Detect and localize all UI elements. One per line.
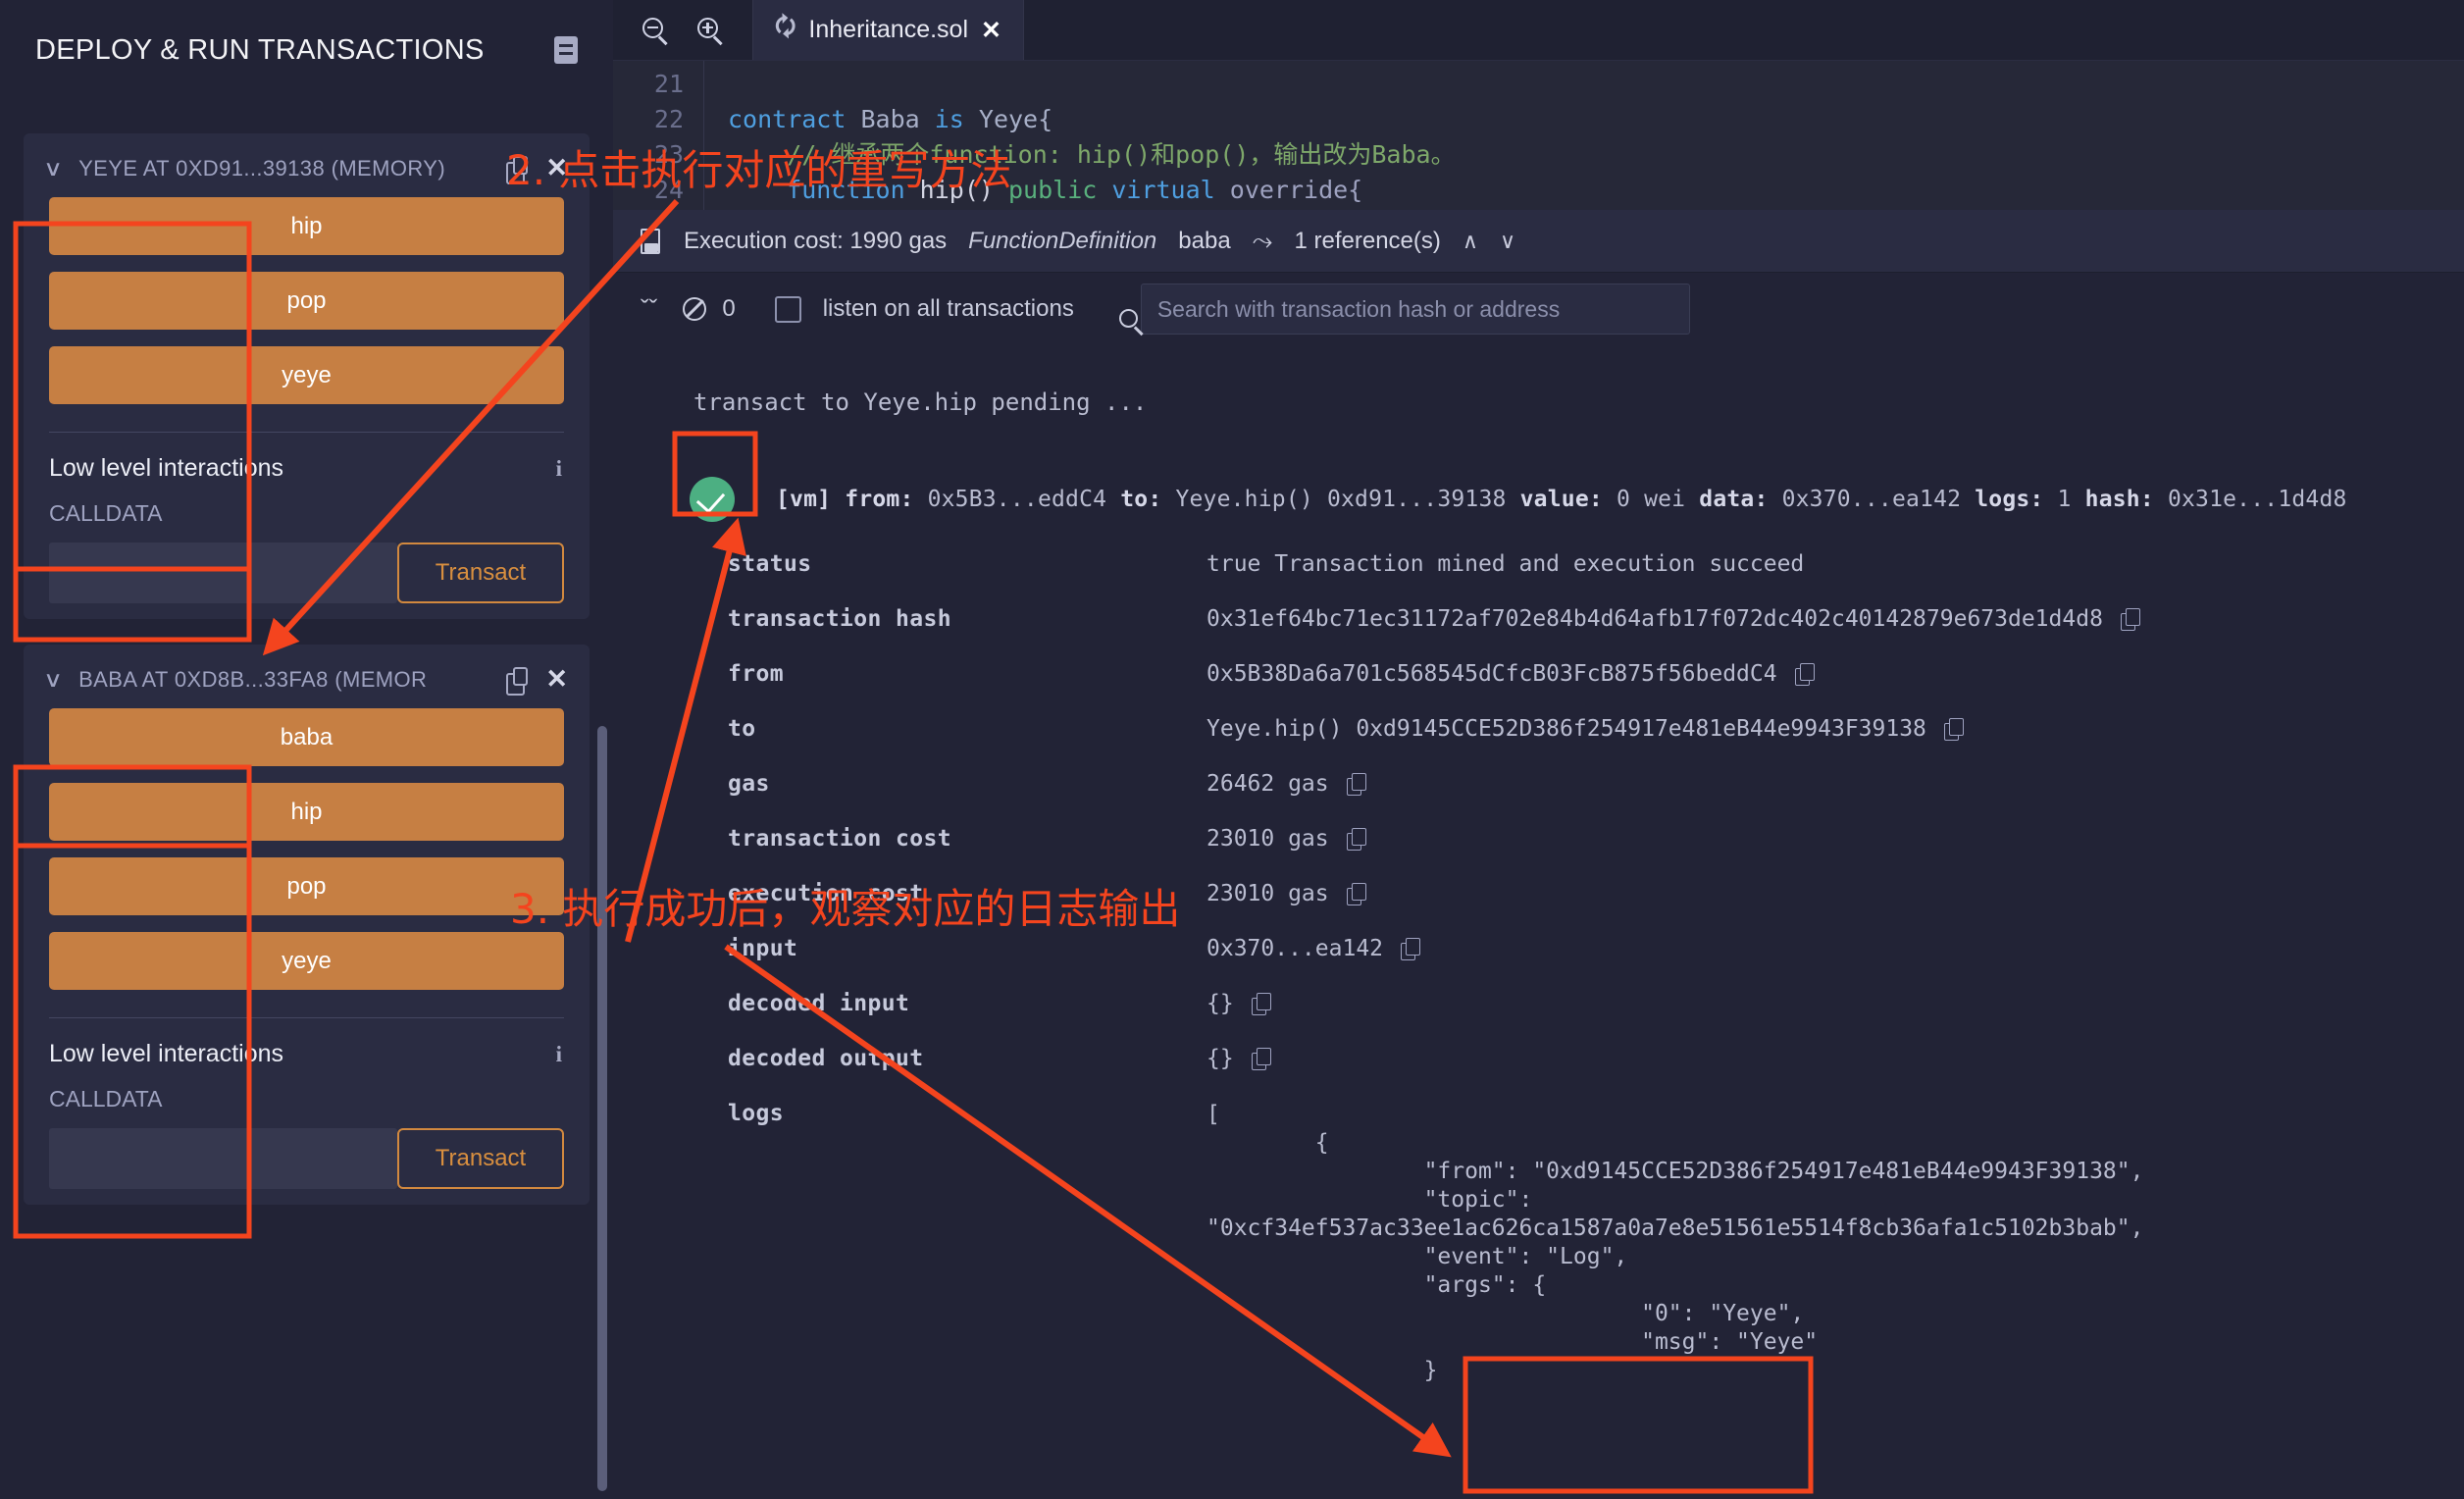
annotation-overlay [0,0,2464,1499]
remix-ide-window: DEPLOY & RUN TRANSACTIONS ∨ YEYE AT 0XD9… [0,0,2464,1499]
